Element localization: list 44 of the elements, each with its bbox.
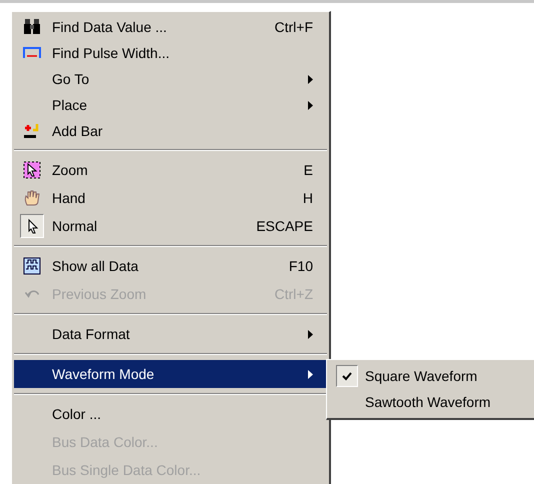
menu-item[interactable]: Color ... [14,400,327,428]
shortcut-label: F10 [288,256,313,276]
menu-item-label: Data Format [52,324,130,344]
menu-item[interactable]: Data Format [14,320,327,348]
submenu-item-label: Square Waveform [365,366,478,386]
menu-item[interactable]: Show all Data F10 [14,252,327,280]
menu-item[interactable]: Zoom E [14,156,327,184]
submenu-item-label: Sawtooth Waveform [365,392,491,412]
menu-item-label: Find Pulse Width... [52,44,170,62]
menu-item-label: Waveform Mode [52,364,154,384]
submenu-arrow-icon [308,330,313,338]
menu-item[interactable]: Hand H [14,184,327,212]
submenu-item[interactable]: Square Waveform [329,363,534,389]
menu-item[interactable]: Add Bar [14,118,327,144]
undo-arrow-icon [25,290,39,298]
menu-item-label: Color ... [52,404,102,424]
menu-item-label: Go To [52,70,90,88]
menu-item[interactable]: Go To [14,66,327,92]
waveform-icon [23,257,41,275]
menu-item-label: Zoom [52,160,88,180]
menu-item-label: Find Data Value ... [52,18,167,36]
submenu-arrow-icon [308,370,313,378]
submenu-arrow-icon [308,100,313,110]
shortcut-label: Ctrl+F [274,18,313,36]
menu-item[interactable]: Place [14,92,327,118]
menu-item-label: Place [52,96,88,114]
menu-item-label: Show all Data [52,256,138,276]
submenu-arrow-icon [308,74,313,84]
binoculars-icon [23,18,41,36]
shortcut-label: H [302,188,313,208]
hand-icon [23,189,41,207]
menu-item[interactable]: Find Data Value ... Ctrl+F [14,14,327,40]
menu-item-label: Hand [52,188,86,208]
shortcut-label: ESCAPE [256,216,313,236]
menu-item[interactable]: Find Pulse Width... [14,40,327,66]
shortcut-label: E [304,160,313,180]
menu-item-label: Normal [52,216,98,236]
menu-item[interactable]: Waveform Mode [14,360,327,388]
menu-item-label: Add Bar [52,122,103,140]
menu-item[interactable]: Normal ESCAPE [14,212,327,240]
submenu-item[interactable]: Sawtooth Waveform [329,389,534,415]
zoom-pointer-icon [23,161,41,179]
add-bar-icon [23,122,41,140]
checkmark-icon [342,372,352,380]
